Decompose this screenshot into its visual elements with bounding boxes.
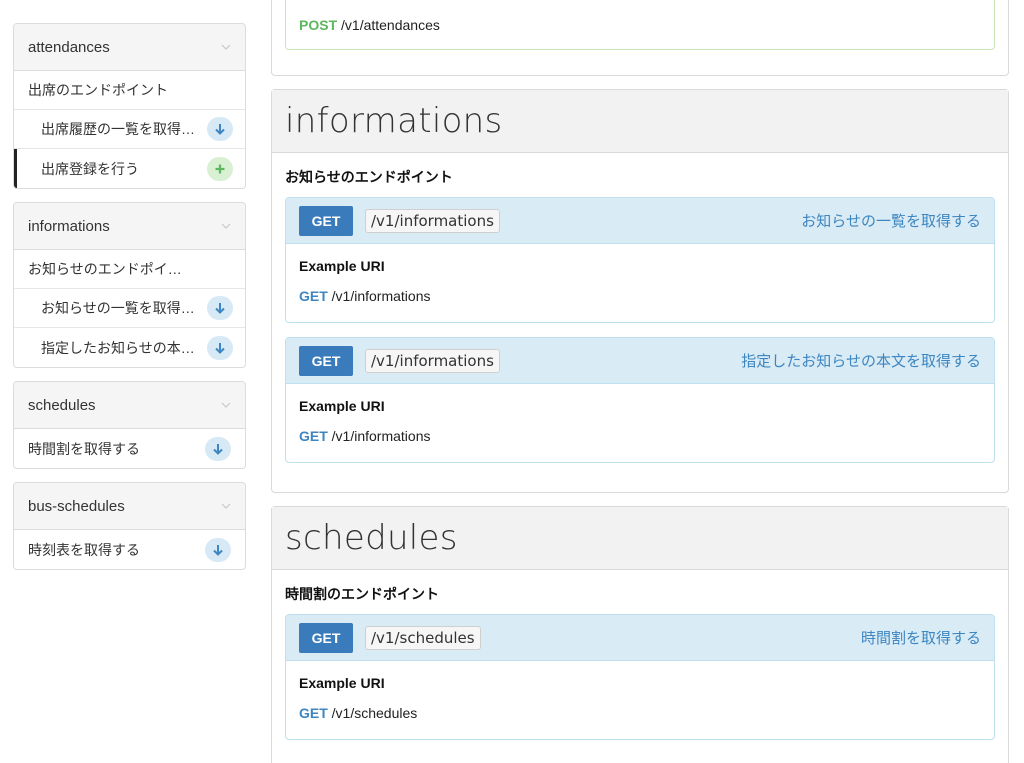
sidebar: attendances 出席のエンドポイント 出席履歴の一覧を取得す... 出席… bbox=[13, 0, 246, 583]
chevron-down-icon bbox=[221, 41, 231, 53]
example-method: POST bbox=[299, 17, 338, 33]
method-button[interactable]: GET bbox=[299, 345, 353, 376]
chevron-down-icon bbox=[221, 220, 231, 232]
endpoint-body: Example URI GET /v1/schedules bbox=[286, 661, 994, 739]
sidebar-item-label: 時刻表を取得する bbox=[28, 541, 140, 558]
sidebar-item-schedules-get[interactable]: 時間割を取得する bbox=[14, 429, 245, 468]
example-path: /v1/informations bbox=[327, 288, 431, 304]
sidebar-section-header[interactable]: schedules bbox=[14, 382, 245, 429]
arrow-down-icon bbox=[205, 436, 231, 461]
method-button[interactable]: GET bbox=[299, 205, 353, 236]
example-method: GET bbox=[299, 428, 328, 444]
sidebar-item-label: 出席履歴の一覧を取得す... bbox=[41, 121, 206, 137]
example-path: /v1/informations bbox=[327, 428, 431, 444]
endpoint-path: /v1/informations bbox=[365, 348, 500, 373]
arrow-down-icon bbox=[207, 296, 233, 320]
endpoint-title-link[interactable]: 指定したお知らせの本文を取得する bbox=[741, 350, 981, 371]
example-uri-label: Example URI bbox=[299, 675, 385, 691]
sidebar-item-attendances-register[interactable]: 出席登録を行う bbox=[14, 149, 245, 188]
sidebar-item-bus-schedules-get[interactable]: 時刻表を取得する bbox=[14, 530, 245, 569]
sidebar-item-informations-detail[interactable]: 指定したお知らせの本文... bbox=[14, 328, 245, 367]
group-title: schedules bbox=[272, 507, 1008, 570]
endpoint-header[interactable]: GET /v1/informations お知らせの一覧を取得する bbox=[286, 198, 994, 244]
endpoint-header[interactable]: GET /v1/schedules 時間割を取得する bbox=[286, 615, 994, 661]
endpoint-card: GET /v1/informations 指定したお知らせの本文を取得する Ex… bbox=[285, 337, 995, 463]
arrow-down-icon bbox=[207, 335, 233, 360]
method-button[interactable]: GET bbox=[299, 622, 353, 653]
endpoint-path: /v1/schedules bbox=[365, 625, 481, 650]
example-uri: GET /v1/schedules bbox=[299, 705, 981, 721]
sidebar-section-title: attendances bbox=[28, 38, 110, 56]
sidebar-section-title: schedules bbox=[28, 396, 96, 414]
sidebar-section-attendances: attendances 出席のエンドポイント 出席履歴の一覧を取得す... 出席… bbox=[13, 23, 246, 189]
sidebar-section-title: bus-schedules bbox=[28, 497, 125, 515]
sidebar-item-label: 時間割を取得する bbox=[28, 440, 140, 457]
chevron-down-icon bbox=[221, 399, 231, 411]
sidebar-section-title: informations bbox=[28, 217, 110, 235]
chevron-down-icon bbox=[221, 500, 231, 512]
example-uri: GET /v1/informations bbox=[299, 428, 981, 444]
sidebar-item-attendances-list[interactable]: 出席履歴の一覧を取得す... bbox=[14, 110, 245, 149]
group-panel-attendances: POST /v1/attendances bbox=[271, 0, 1009, 76]
example-uri: GET /v1/informations bbox=[299, 288, 981, 304]
group-description: 時間割のエンドポイント bbox=[285, 586, 439, 602]
endpoint-title-link[interactable]: 時間割を取得する bbox=[861, 627, 981, 648]
sidebar-section-header[interactable]: bus-schedules bbox=[14, 483, 245, 530]
endpoint-header[interactable]: GET /v1/informations 指定したお知らせの本文を取得する bbox=[286, 338, 994, 384]
example-method: GET bbox=[299, 288, 328, 304]
example-path: /v1/schedules bbox=[327, 705, 418, 721]
arrow-down-icon bbox=[207, 117, 233, 141]
sidebar-item-label: 出席登録を行う bbox=[41, 160, 139, 177]
endpoint-example-post: POST /v1/attendances bbox=[285, 0, 995, 50]
arrow-down-icon bbox=[205, 537, 231, 562]
group-panel-schedules: schedules 時間割のエンドポイント GET /v1/schedules … bbox=[271, 506, 1009, 763]
sidebar-section-schedules: schedules 時間割を取得する bbox=[13, 381, 246, 469]
sidebar-item-informations-list[interactable]: お知らせの一覧を取得す... bbox=[14, 289, 245, 328]
group-description: お知らせのエンドポイント bbox=[285, 169, 453, 185]
endpoint-body: Example URI GET /v1/informations bbox=[286, 384, 994, 462]
sidebar-item-label: 指定したお知らせの本文... bbox=[41, 339, 206, 356]
endpoint-title-link[interactable]: お知らせの一覧を取得する bbox=[801, 210, 981, 231]
endpoint-body: Example URI GET /v1/informations bbox=[286, 244, 994, 322]
sidebar-section-informations: informations お知らせのエンドポイント お知らせの一覧を取得す...… bbox=[13, 202, 246, 368]
plus-icon bbox=[207, 156, 233, 181]
sidebar-section-bus-schedules: bus-schedules 時刻表を取得する bbox=[13, 482, 246, 570]
sidebar-section-header[interactable]: attendances bbox=[14, 24, 245, 71]
sidebar-group-description[interactable]: 出席のエンドポイント bbox=[14, 71, 245, 110]
example-uri-label: Example URI bbox=[299, 258, 385, 274]
endpoint-path: /v1/informations bbox=[365, 208, 500, 233]
endpoint-card: GET /v1/schedules 時間割を取得する Example URI G… bbox=[285, 614, 995, 740]
example-path: /v1/attendances bbox=[341, 17, 440, 33]
sidebar-item-label: お知らせの一覧を取得す... bbox=[41, 300, 206, 316]
sidebar-group-description[interactable]: お知らせのエンドポイント bbox=[14, 250, 245, 289]
group-title: informations bbox=[272, 90, 1008, 153]
endpoint-card: GET /v1/informations お知らせの一覧を取得する Exampl… bbox=[285, 197, 995, 323]
example-uri-label: Example URI bbox=[299, 398, 385, 414]
sidebar-section-header[interactable]: informations bbox=[14, 203, 245, 250]
group-panel-informations: informations お知らせのエンドポイント GET /v1/inform… bbox=[271, 89, 1009, 493]
example-method: GET bbox=[299, 705, 328, 721]
